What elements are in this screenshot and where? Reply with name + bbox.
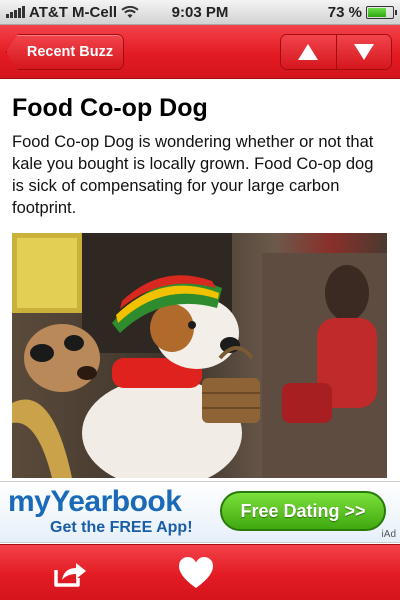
signal-strength-icon: [6, 6, 25, 18]
down-arrow-icon: [353, 44, 374, 60]
carrier-name: AT&T M-Cell: [29, 3, 118, 21]
previous-article-button[interactable]: [281, 35, 336, 69]
article: Food Co-op Dog Food Co-op Dog is wonderi…: [12, 93, 388, 219]
wifi-icon: [121, 5, 139, 18]
battery-icon: [366, 5, 397, 19]
status-bar: AT&T M-Cell 9:03 PM 73 %: [0, 0, 400, 25]
bottom-toolbar: [0, 544, 400, 600]
share-button[interactable]: [52, 558, 88, 588]
article-photo[interactable]: [12, 233, 387, 478]
ad-brand-logo: myYearbook: [8, 485, 182, 518]
like-button[interactable]: [178, 556, 214, 590]
share-icon: [54, 563, 86, 587]
ad-subtitle: Get the FREE App!: [50, 519, 193, 536]
article-title: Food Co-op Dog: [12, 94, 208, 122]
status-right: 73 %: [274, 3, 397, 21]
navigation-bar: Recent Buzz: [0, 25, 400, 79]
iad-label: iAd: [381, 529, 396, 540]
next-article-button[interactable]: [335, 35, 391, 69]
ad-free-dating-button[interactable]: Free Dating >>: [220, 491, 386, 531]
status-left: AT&T M-Cell: [6, 4, 156, 21]
back-button-recent-buzz[interactable]: Recent Buzz: [6, 34, 124, 70]
heart-icon: [179, 557, 213, 588]
prev-next-segmented-control: [280, 34, 392, 70]
battery-level: [368, 7, 386, 17]
dogs-photo-illustration: [12, 233, 387, 478]
up-arrow-icon: [298, 44, 319, 60]
battery-percent: 73 %: [327, 3, 362, 21]
ad-banner[interactable]: myYearbook Get the FREE App! Free Dating…: [0, 481, 400, 543]
article-body: Food Co-op Dog is wondering whether or n…: [12, 133, 374, 217]
